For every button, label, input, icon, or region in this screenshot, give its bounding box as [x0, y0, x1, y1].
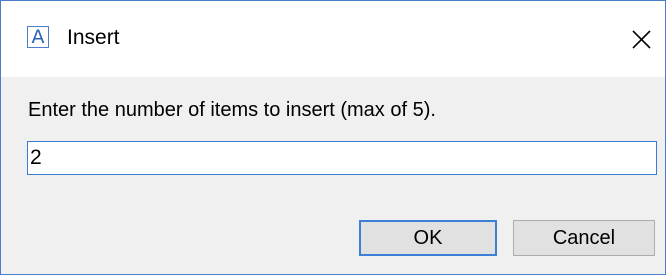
close-icon [632, 30, 651, 49]
insert-dialog: A Insert Enter the number of items to in… [0, 0, 666, 275]
close-button[interactable] [623, 19, 659, 57]
item-count-input[interactable] [27, 141, 657, 175]
prompt-label: Enter the number of items to insert (max… [28, 99, 436, 121]
app-a-icon: A [27, 26, 49, 48]
window-title: Insert [67, 26, 120, 49]
title-bar: A Insert [1, 1, 665, 77]
cancel-button[interactable]: Cancel [513, 220, 655, 256]
ok-button[interactable]: OK [359, 220, 497, 256]
